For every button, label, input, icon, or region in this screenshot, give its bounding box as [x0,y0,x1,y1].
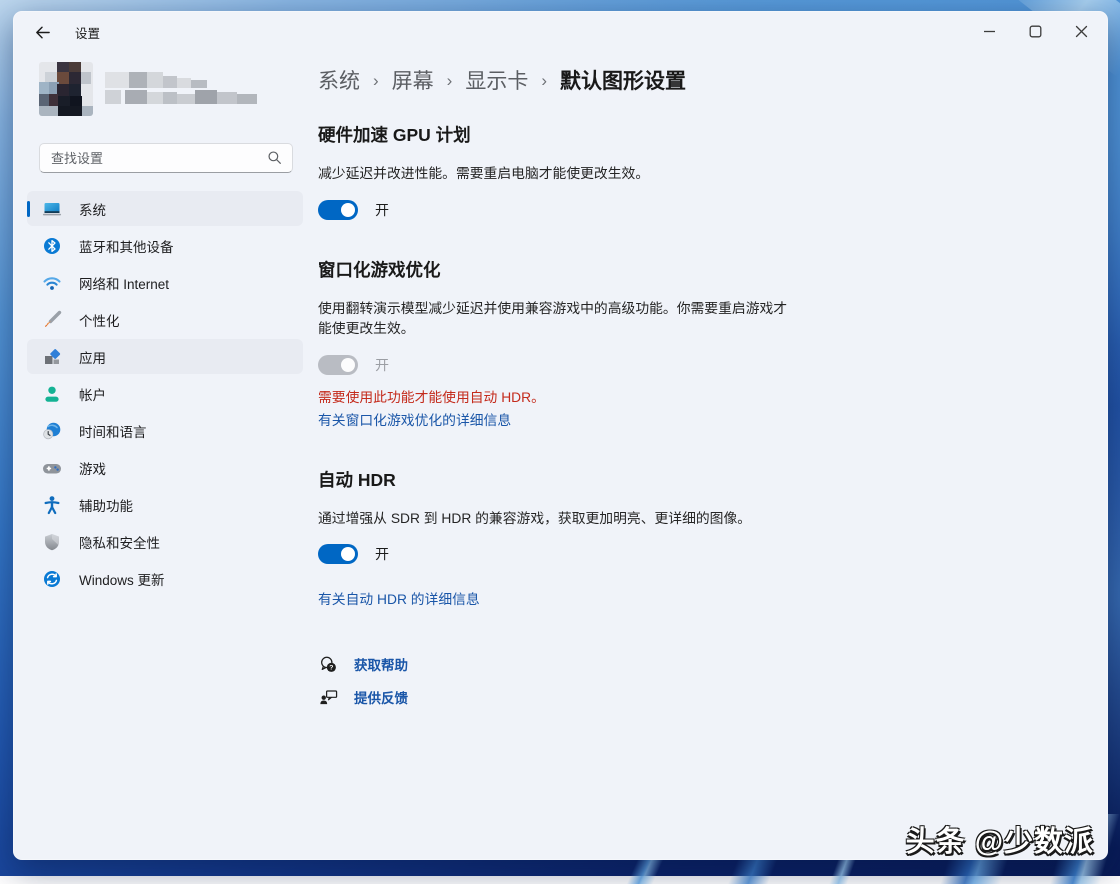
sidebar-item-apps[interactable]: 应用 [27,339,303,374]
help-footer: ? 获取帮助 提供反馈 [318,652,878,709]
back-arrow-icon [34,24,51,41]
wifi-icon [42,273,62,293]
breadcrumb-graphics[interactable]: 显示卡 [465,65,528,95]
give-feedback-link[interactable]: 提供反馈 [354,687,408,707]
minimize-icon [983,25,996,38]
sidebar: 系统 蓝牙和其他设备 [27,59,303,596]
sidebar-item-time-language[interactable]: 时间和语言 [27,413,303,448]
sidebar-item-system[interactable]: 系统 [27,191,303,226]
close-icon [1075,25,1088,38]
sidebar-item-label: Windows 更新 [79,569,165,589]
toggle-state-label: 开 [375,544,389,564]
auto-hdr-requirement-warning: 需要使用此功能才能使用自动 HDR。 [318,386,878,406]
auto-hdr-info-link[interactable]: 有关自动 HDR 的详细信息 [318,588,878,608]
sidebar-item-label: 时间和语言 [79,421,147,441]
toggle-state-label: 开 [375,355,389,375]
windows-update-icon [42,569,62,589]
breadcrumb-separator: › [447,69,453,91]
breadcrumb-system[interactable]: 系统 [318,65,360,95]
sidebar-item-label: 网络和 Internet [79,273,169,293]
brush-icon [42,310,62,330]
breadcrumb-separator: › [541,69,547,91]
page-title: 默认图形设置 [560,65,686,95]
maximize-icon [1029,25,1042,38]
section-description: 使用翻转演示模型减少延迟并使用兼容游戏中的高级功能。你需要重启游戏才能使更改生效… [318,299,796,340]
sidebar-item-gaming[interactable]: 游戏 [27,450,303,485]
sidebar-nav: 系统 蓝牙和其他设备 [27,191,303,596]
sidebar-item-privacy-security[interactable]: 隐私和安全性 [27,524,303,559]
sidebar-item-label: 蓝牙和其他设备 [79,236,174,256]
search-box [39,143,291,173]
close-button[interactable] [1058,11,1104,51]
breadcrumb-separator: › [373,69,379,91]
gamepad-icon [42,458,62,478]
time-language-icon [42,421,62,441]
section-description: 减少延迟并改进性能。需要重启电脑才能使更改生效。 [318,164,796,185]
sidebar-item-label: 游戏 [79,458,106,478]
watermark: 头条 @少数派 [906,818,1094,860]
breadcrumb-display[interactable]: 屏幕 [392,65,434,95]
settings-window: 设置 [13,11,1108,860]
shield-icon [42,532,62,552]
window-title: 设置 [75,23,100,42]
titlebar: 设置 [13,11,1108,53]
section-description: 通过增强从 SDR 到 HDR 的兼容游戏，获取更加明亮、更详细的图像。 [318,509,796,530]
give-feedback-row[interactable]: 提供反馈 [318,685,878,709]
sidebar-item-personalization[interactable]: 个性化 [27,302,303,337]
user-name-redacted [105,70,265,113]
sidebar-item-label: 帐户 [79,384,106,404]
sidebar-item-label: 应用 [79,347,106,367]
get-help-link[interactable]: 获取帮助 [354,654,408,674]
main-content: 系统 › 屏幕 › 显示卡 › 默认图形设置 硬件加速 GPU 计划 减少延迟并… [318,65,878,709]
minimize-button[interactable] [966,11,1012,51]
gpu-scheduling-toggle[interactable] [318,200,358,220]
accessibility-icon [42,495,62,515]
search-input[interactable] [39,143,293,173]
gpu-scheduling-toggle-row: 开 [318,200,878,220]
back-button[interactable] [27,19,57,45]
search-icon [267,150,282,165]
windowed-games-toggle-row: 开 [318,355,878,375]
avatar [39,62,93,116]
system-icon [42,199,62,219]
breadcrumb: 系统 › 屏幕 › 显示卡 › 默认图形设置 [318,65,878,95]
sidebar-item-label: 辅助功能 [79,495,133,515]
windowed-games-toggle [318,355,358,375]
sidebar-item-windows-update[interactable]: Windows 更新 [27,561,303,596]
window-controls [966,11,1104,51]
svg-text:?: ? [329,664,333,671]
section-title-auto-hdr: 自动 HDR [318,467,878,492]
sidebar-item-accessibility[interactable]: 辅助功能 [27,487,303,522]
section-title-windowed-games: 窗口化游戏优化 [318,257,878,282]
sidebar-item-label: 系统 [79,199,106,219]
auto-hdr-toggle-row: 开 [318,544,878,564]
sidebar-item-bluetooth-devices[interactable]: 蓝牙和其他设备 [27,228,303,263]
toggle-knob [341,358,355,372]
get-help-icon: ? [318,654,338,674]
bluetooth-icon [42,236,62,256]
sidebar-item-label: 个性化 [79,310,120,330]
account-icon [42,384,62,404]
sidebar-item-network-internet[interactable]: 网络和 Internet [27,265,303,300]
apps-icon [42,347,62,367]
windowed-games-info-link[interactable]: 有关窗口化游戏优化的详细信息 [318,409,511,429]
toggle-knob [341,203,355,217]
get-help-row[interactable]: ? 获取帮助 [318,652,878,676]
maximize-button[interactable] [1012,11,1058,51]
toggle-state-label: 开 [375,200,389,220]
user-profile[interactable] [39,59,303,119]
sidebar-item-accounts[interactable]: 帐户 [27,376,303,411]
auto-hdr-toggle[interactable] [318,544,358,564]
give-feedback-icon [318,687,338,707]
toggle-knob [341,547,355,561]
sidebar-item-label: 隐私和安全性 [79,532,160,552]
section-title-gpu-scheduling: 硬件加速 GPU 计划 [318,122,878,147]
